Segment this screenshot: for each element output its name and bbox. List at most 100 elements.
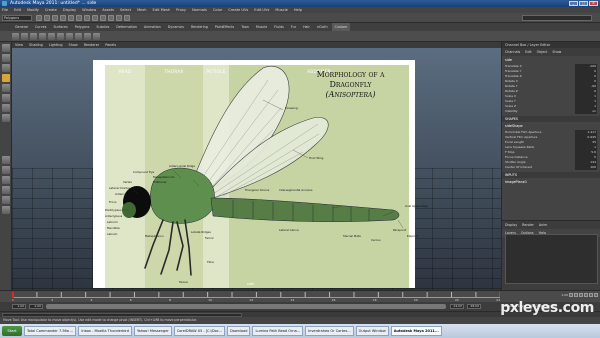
shelf-tool-icon[interactable] — [48, 33, 55, 40]
shelf-tool-icon[interactable] — [12, 33, 19, 40]
shelf-tab-hair[interactable]: Hair — [300, 23, 313, 31]
scale-tool-icon[interactable] — [2, 94, 10, 102]
quick-selection-field[interactable] — [522, 15, 592, 21]
start-time-field[interactable]: 1.00 — [12, 304, 26, 309]
shelf-tab-surfaces[interactable]: Surfaces — [50, 23, 70, 31]
shelf-tab-fur[interactable]: Fur — [288, 23, 299, 31]
label-postclypeus: Postclypeus — [105, 208, 122, 212]
shelf-tab-toon[interactable]: Toon — [238, 23, 252, 31]
channel-tab-object[interactable]: Object — [537, 50, 548, 54]
shelf-tool-icon[interactable] — [39, 33, 46, 40]
snap-curve-icon[interactable] — [92, 15, 98, 21]
channel-attr-row[interactable]: Center Of Interest 100 — [502, 165, 600, 170]
label-femur: Femur — [205, 236, 214, 240]
close-button[interactable]: × — [589, 1, 598, 6]
last-tool-icon[interactable] — [2, 114, 10, 122]
input-name: imagePlane1 — [505, 180, 528, 184]
shelf-tab-custom[interactable]: Custom — [331, 23, 351, 31]
taskbar-item[interactable]: Yahoo! Messenger — [134, 326, 172, 336]
shelf-tool-icon[interactable] — [66, 33, 73, 40]
shelf-tool-icon[interactable] — [57, 33, 64, 40]
shelf-tool-icon[interactable] — [21, 33, 28, 40]
lasso-tool-icon[interactable] — [2, 54, 10, 62]
step-back-icon[interactable] — [574, 293, 578, 297]
shelf-tab-animation[interactable]: Animation — [141, 23, 164, 31]
playback-start-field[interactable]: 1.00 — [29, 304, 43, 309]
open-scene-icon[interactable] — [44, 15, 50, 21]
selected-object-name: side — [505, 58, 512, 62]
shelf-tab-polygons[interactable]: Polygons — [72, 23, 93, 31]
shelf-tab-dynamics[interactable]: Dynamics — [165, 23, 187, 31]
start-button[interactable]: Start — [2, 326, 22, 336]
select-hierarchy-icon[interactable] — [60, 15, 66, 21]
go-to-start-icon[interactable] — [569, 293, 573, 297]
play-back-icon[interactable] — [579, 293, 583, 297]
manipulator-icon[interactable] — [2, 104, 10, 112]
go-to-end-icon[interactable] — [594, 293, 598, 297]
current-frame-field[interactable]: 1.00 — [561, 293, 568, 297]
taskbar-item[interactable]: Output Window — [355, 326, 389, 336]
shelf-tool-icon[interactable] — [75, 33, 82, 40]
new-scene-icon[interactable] — [36, 15, 42, 21]
select-tool-icon[interactable] — [2, 44, 10, 52]
minimize-button[interactable]: _ — [569, 1, 578, 6]
end-time-field[interactable]: 48.00 — [467, 304, 481, 309]
channel-attr-name: Center Of Interest — [505, 165, 532, 169]
play-forward-icon[interactable] — [584, 293, 588, 297]
layer-list[interactable] — [505, 234, 598, 284]
taskbar-item[interactable]: Inbox - Mozilla Thunderbird — [78, 326, 133, 336]
shelf-tab-ncloth[interactable]: nCloth — [314, 23, 331, 31]
single-view-layout-icon[interactable] — [2, 156, 10, 164]
taskbar-item[interactable]: Download — [227, 326, 251, 336]
outliner-layout-icon[interactable] — [2, 186, 10, 194]
channel-tab-edit[interactable]: Edit — [525, 50, 531, 54]
taskbar-item[interactable]: CorelDRAW X5 - [C:\Doc... — [173, 326, 226, 336]
save-scene-icon[interactable] — [52, 15, 58, 21]
shelf — [0, 31, 600, 42]
range-slider-bar[interactable] — [46, 304, 446, 309]
taskbar-item[interactable]: Lumina Path Bead Orna... — [252, 326, 304, 336]
taskbar-item[interactable]: Autodesk Maya 2011... — [390, 326, 442, 336]
shelf-tool-icon[interactable] — [30, 33, 37, 40]
channel-tab-channels[interactable]: Channels — [505, 50, 520, 54]
ipr-render-icon[interactable] — [116, 15, 122, 21]
four-view-layout-icon[interactable] — [2, 166, 10, 174]
maya-app-icon — [2, 1, 7, 6]
shelf-tab-subdivs[interactable]: Subdivs — [93, 23, 112, 31]
shelf-tab-curves[interactable]: Curves — [32, 23, 49, 31]
snap-point-icon[interactable] — [100, 15, 106, 21]
render-icon[interactable] — [108, 15, 114, 21]
menu-set-dropdown[interactable]: Polygons — [2, 15, 32, 21]
shelf-tab-painteffects[interactable]: PaintEffects — [212, 23, 237, 31]
channel-tab-show[interactable]: Show — [552, 50, 561, 54]
viewport-side[interactable]: HEAD THORAX PETIOLE ABDOMEN Morphology o… — [12, 48, 501, 290]
taskbar-item[interactable]: Total Commander 7.56a ... — [24, 326, 77, 336]
render-settings-icon[interactable] — [124, 15, 130, 21]
taskbar-item[interactable]: Inverdraheo Or Cortex... — [305, 326, 354, 336]
graph-layout-icon[interactable] — [2, 196, 10, 204]
shelf-tab-deformation[interactable]: Deformation — [113, 23, 140, 31]
maximize-button[interactable]: □ — [579, 1, 588, 6]
paint-select-icon[interactable] — [2, 64, 10, 72]
channel-attr-row[interactable]: Visibility on — [502, 109, 600, 114]
shelf-tab-muscle[interactable]: Muscle — [253, 23, 270, 31]
shelf-tool-icon[interactable] — [84, 33, 91, 40]
layer-tab-anim[interactable]: Anim — [539, 223, 547, 227]
hypershade-layout-icon[interactable] — [2, 206, 10, 214]
channel-attr-value[interactable]: on — [575, 109, 597, 114]
layer-tab-render[interactable]: Render — [522, 223, 534, 227]
rotate-tool-icon[interactable] — [2, 84, 10, 92]
snap-grid-icon[interactable] — [84, 15, 90, 21]
move-tool-icon[interactable] — [2, 74, 10, 82]
shelf-tool-icon[interactable] — [93, 33, 100, 40]
shelf-tab-fluids[interactable]: Fluids — [271, 23, 287, 31]
two-view-layout-icon[interactable] — [2, 176, 10, 184]
step-forward-icon[interactable] — [589, 293, 593, 297]
layer-tab-display[interactable]: Display — [505, 223, 517, 227]
shelf-tab-rendering[interactable]: Rendering — [188, 23, 211, 31]
channel-attr-value[interactable]: 100 — [575, 165, 597, 170]
select-component-icon[interactable] — [76, 15, 82, 21]
playback-end-field[interactable]: 24.00 — [450, 304, 464, 309]
shelf-tab-general[interactable]: General — [12, 23, 31, 31]
select-object-icon[interactable] — [68, 15, 74, 21]
